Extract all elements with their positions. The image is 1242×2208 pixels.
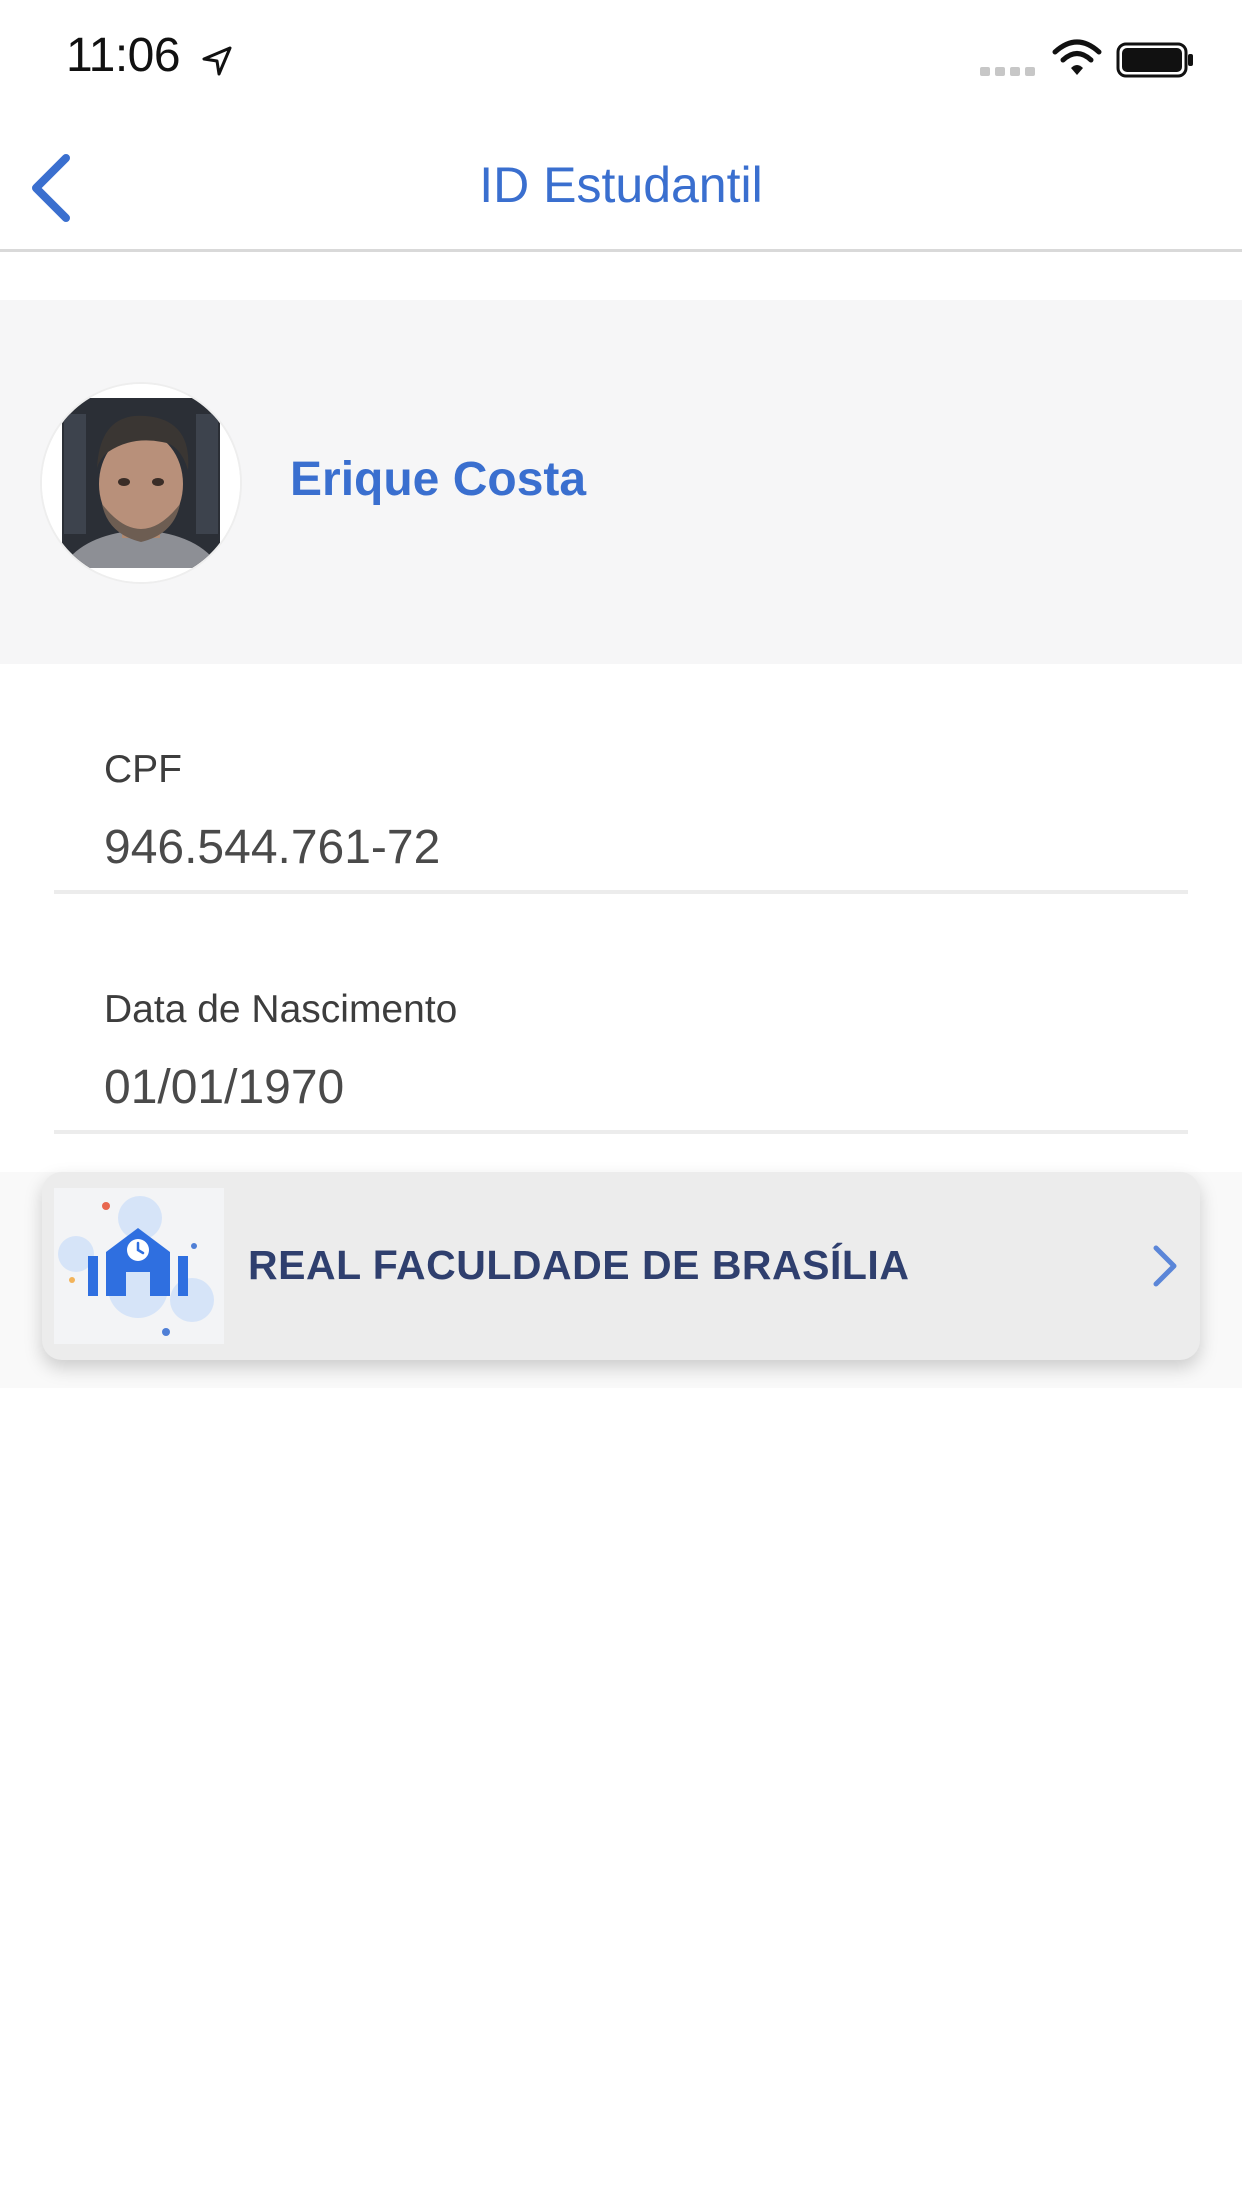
- battery-icon: [1116, 42, 1196, 78]
- status-time: 11:06: [66, 29, 181, 82]
- navigation-bar: ID Estudantil: [0, 120, 1242, 252]
- cpf-label: CPF: [104, 748, 182, 791]
- avatar: [42, 384, 240, 582]
- institution-section: REAL FACULDADE DE BRASÍLIA: [0, 1172, 1242, 1388]
- birth-date-label: Data de Nascimento: [104, 988, 458, 1031]
- cpf-value: 946.544.761-72: [104, 821, 441, 874]
- institution-card[interactable]: REAL FACULDADE DE BRASÍLIA: [42, 1172, 1200, 1360]
- chevron-right-icon: [1150, 1242, 1180, 1290]
- wifi-icon: [1052, 38, 1102, 78]
- student-name: Erique Costa: [290, 453, 587, 506]
- page-title: ID Estudantil: [479, 157, 763, 213]
- institution-name: REAL FACULDADE DE BRASÍLIA: [248, 1242, 910, 1288]
- cpf-field: CPF 946.544.761-72: [54, 742, 1188, 894]
- birth-date-value: 01/01/1970: [104, 1061, 345, 1114]
- cellular-signal-icon: [980, 64, 1038, 76]
- profile-header: Erique Costa: [0, 300, 1242, 664]
- location-arrow-icon: [200, 44, 234, 78]
- birth-date-field: Data de Nascimento 01/01/1970: [54, 982, 1188, 1134]
- school-building-icon: [54, 1188, 224, 1344]
- status-bar: 11:06: [0, 0, 1242, 120]
